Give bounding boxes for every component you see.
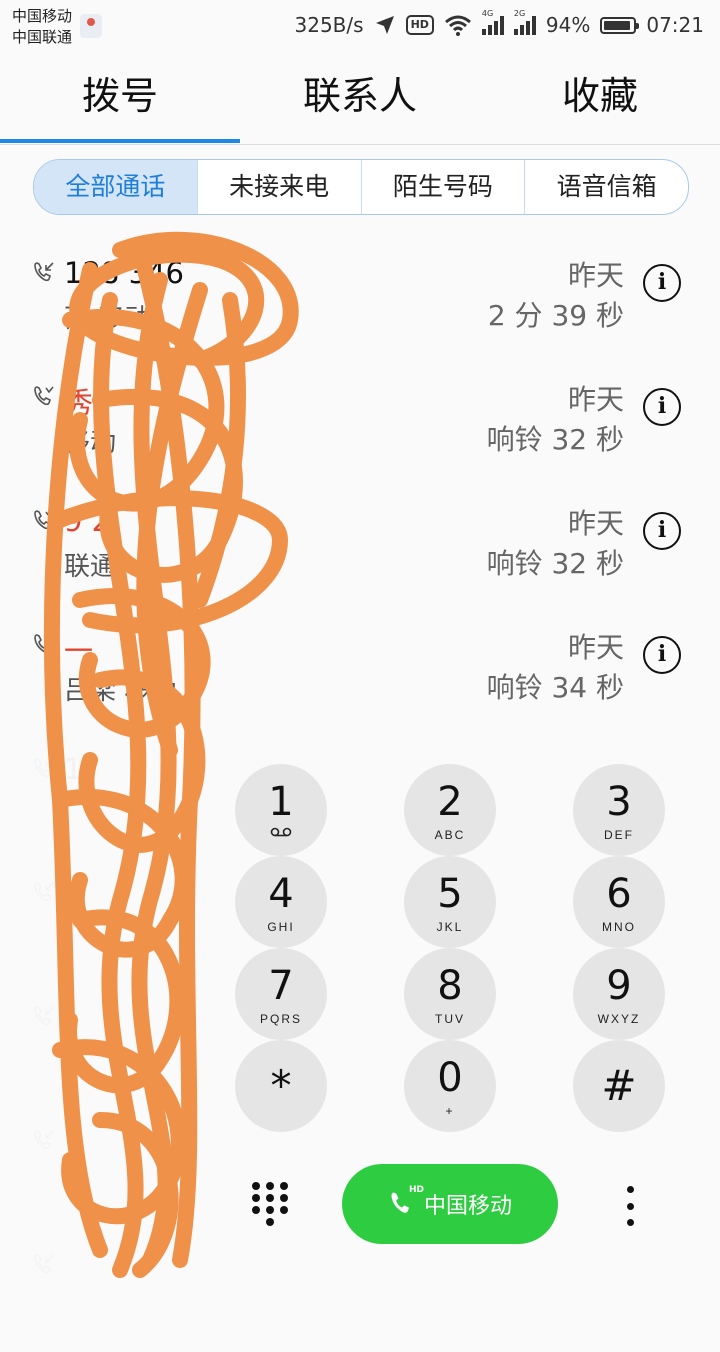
key-digit: # bbox=[601, 1061, 637, 1110]
call-log-row[interactable]: 9 2 联通 昨天 响铃 32 秒 i bbox=[0, 484, 720, 608]
dialpad-key-7[interactable]: 7 PQRS bbox=[235, 948, 327, 1040]
call-location: 西 移动 bbox=[64, 304, 151, 334]
tab-favorites[interactable]: 收藏 bbox=[480, 52, 720, 144]
key-letters: ABC bbox=[434, 828, 466, 842]
dialpad-key-9[interactable]: 9 WXYZ bbox=[573, 948, 665, 1040]
info-icon[interactable]: i bbox=[643, 636, 681, 674]
signal-strength-icon-2: 2G bbox=[513, 9, 536, 35]
hd-voice-icon: HD bbox=[405, 15, 434, 35]
call-duration: 2 分 39 秒 bbox=[487, 299, 624, 332]
tab-contacts[interactable]: 联系人 bbox=[240, 52, 480, 144]
key-letters: DEF bbox=[604, 828, 634, 842]
missed-call-icon bbox=[34, 634, 54, 654]
network-type-2: 2G bbox=[513, 9, 526, 18]
key-letters: GHI bbox=[267, 920, 295, 934]
filter-unknown-numbers[interactable]: 陌生号码 bbox=[360, 160, 525, 214]
carrier-names: 中国移动 中国联通 bbox=[12, 6, 72, 48]
carrier-2: 中国联通 bbox=[12, 28, 73, 46]
wifi-icon bbox=[444, 15, 471, 36]
call-duration: 响铃 32 秒 bbox=[486, 547, 624, 580]
carrier-1: 中国移动 bbox=[12, 7, 73, 25]
dialpad-key-4[interactable]: 4 GHI bbox=[235, 856, 327, 948]
active-tab-indicator bbox=[0, 139, 240, 143]
key-digit: * bbox=[270, 1061, 292, 1110]
signal-strength-icon: 4G bbox=[481, 9, 504, 35]
key-digit: 4 bbox=[268, 871, 294, 917]
key-digit: 7 bbox=[268, 963, 294, 1009]
key-letters: + bbox=[445, 1104, 455, 1118]
info-icon[interactable]: i bbox=[643, 264, 681, 302]
main-tabs: 拨号 联系人 收藏 bbox=[0, 52, 720, 145]
dialpad-key-star[interactable]: * bbox=[235, 1040, 327, 1132]
key-digit: 3 bbox=[606, 779, 632, 825]
dialpad-icon[interactable] bbox=[252, 1182, 288, 1226]
call-date: 昨天 bbox=[567, 259, 624, 292]
call-filter-segments: 全部通话 未接来电 陌生号码 语音信箱 bbox=[33, 159, 689, 215]
key-digit: 6 bbox=[606, 871, 632, 917]
key-digit: 2 bbox=[437, 779, 463, 825]
call-number: 128 346 bbox=[64, 256, 184, 290]
missed-call-icon bbox=[34, 386, 54, 406]
key-digit: 0 bbox=[437, 1055, 463, 1101]
more-vertical-icon[interactable] bbox=[624, 1186, 636, 1226]
key-digit: 9 bbox=[606, 963, 632, 1009]
clock: 07:21 bbox=[646, 13, 704, 37]
key-digit: 8 bbox=[437, 963, 463, 1009]
info-icon[interactable]: i bbox=[643, 388, 681, 426]
call-number: 9 2 bbox=[64, 504, 111, 538]
dialpad-key-8[interactable]: 8 TUV bbox=[404, 948, 496, 1040]
dialpad-key-6[interactable]: 6 MNO bbox=[573, 856, 665, 948]
call-number: 秀 bbox=[64, 386, 94, 420]
key-letters: JKL bbox=[436, 920, 464, 934]
voicemail-icon bbox=[270, 827, 292, 837]
incoming-call-icon bbox=[34, 262, 54, 282]
key-letters: MNO bbox=[602, 920, 636, 934]
call-log-row[interactable]: 一 吕梁 移动 昨天 响铃 34 秒 i bbox=[0, 608, 720, 732]
filter-all-calls[interactable]: 全部通话 bbox=[34, 160, 197, 214]
call-number: 一 bbox=[64, 634, 94, 668]
key-letters: PQRS bbox=[259, 1012, 302, 1026]
status-indicators: 325B/s HD 4G 2G 94% 07:21 bbox=[294, 9, 705, 40]
call-duration: 响铃 34 秒 bbox=[486, 671, 624, 704]
phone-hd-icon: HD bbox=[388, 1185, 424, 1219]
key-digit: 1 bbox=[268, 779, 294, 825]
call-log-row[interactable]: 128 346 西 移动 昨天 2 分 39 秒 i bbox=[0, 236, 720, 360]
call-button-label: 中国移动 bbox=[423, 1194, 512, 1219]
missed-call-icon bbox=[34, 510, 54, 530]
location-arrow-icon bbox=[375, 16, 394, 34]
network-type-1: 4G bbox=[481, 9, 494, 18]
call-log-row[interactable]: 秀 移动 昨天 响铃 32 秒 i bbox=[0, 360, 720, 484]
dialpad-key-1[interactable]: 1 bbox=[235, 764, 327, 856]
key-digit: 5 bbox=[437, 871, 463, 917]
filter-voicemail[interactable]: 语音信箱 bbox=[524, 160, 688, 214]
hd-label: HD bbox=[408, 1185, 424, 1195]
call-duration: 响铃 32 秒 bbox=[486, 423, 624, 456]
key-letters: TUV bbox=[435, 1012, 465, 1026]
call-location: 联通 bbox=[64, 552, 117, 582]
call-location: 移动 bbox=[64, 428, 117, 458]
info-icon[interactable]: i bbox=[643, 512, 681, 550]
dialpad-key-2[interactable]: 2 ABC bbox=[404, 764, 496, 856]
call-date: 昨天 bbox=[567, 631, 624, 664]
key-letters: WXYZ bbox=[597, 1012, 641, 1026]
call-date: 昨天 bbox=[567, 383, 624, 416]
call-date: 昨天 bbox=[567, 507, 624, 540]
call-button[interactable]: HD 中国移动 bbox=[342, 1164, 558, 1244]
network-speed: 325B/s bbox=[294, 13, 364, 37]
filter-missed-calls[interactable]: 未接来电 bbox=[196, 160, 361, 214]
dialpad-key-0[interactable]: 0 + bbox=[404, 1040, 496, 1132]
tab-dial[interactable]: 拨号 bbox=[0, 52, 240, 144]
dialpad-key-5[interactable]: 5 JKL bbox=[404, 856, 496, 948]
call-location: 吕梁 移动 bbox=[64, 676, 177, 706]
map-notification-icon bbox=[80, 14, 102, 38]
dialpad-key-hash[interactable]: # bbox=[573, 1040, 665, 1132]
status-bar: 中国移动 中国联通 325B/s HD 4G 2G 94% 07:21 bbox=[0, 0, 720, 52]
dialpad-key-3[interactable]: 3 DEF bbox=[573, 764, 665, 856]
battery-percent: 94% bbox=[545, 13, 591, 37]
battery-icon bbox=[600, 16, 640, 34]
